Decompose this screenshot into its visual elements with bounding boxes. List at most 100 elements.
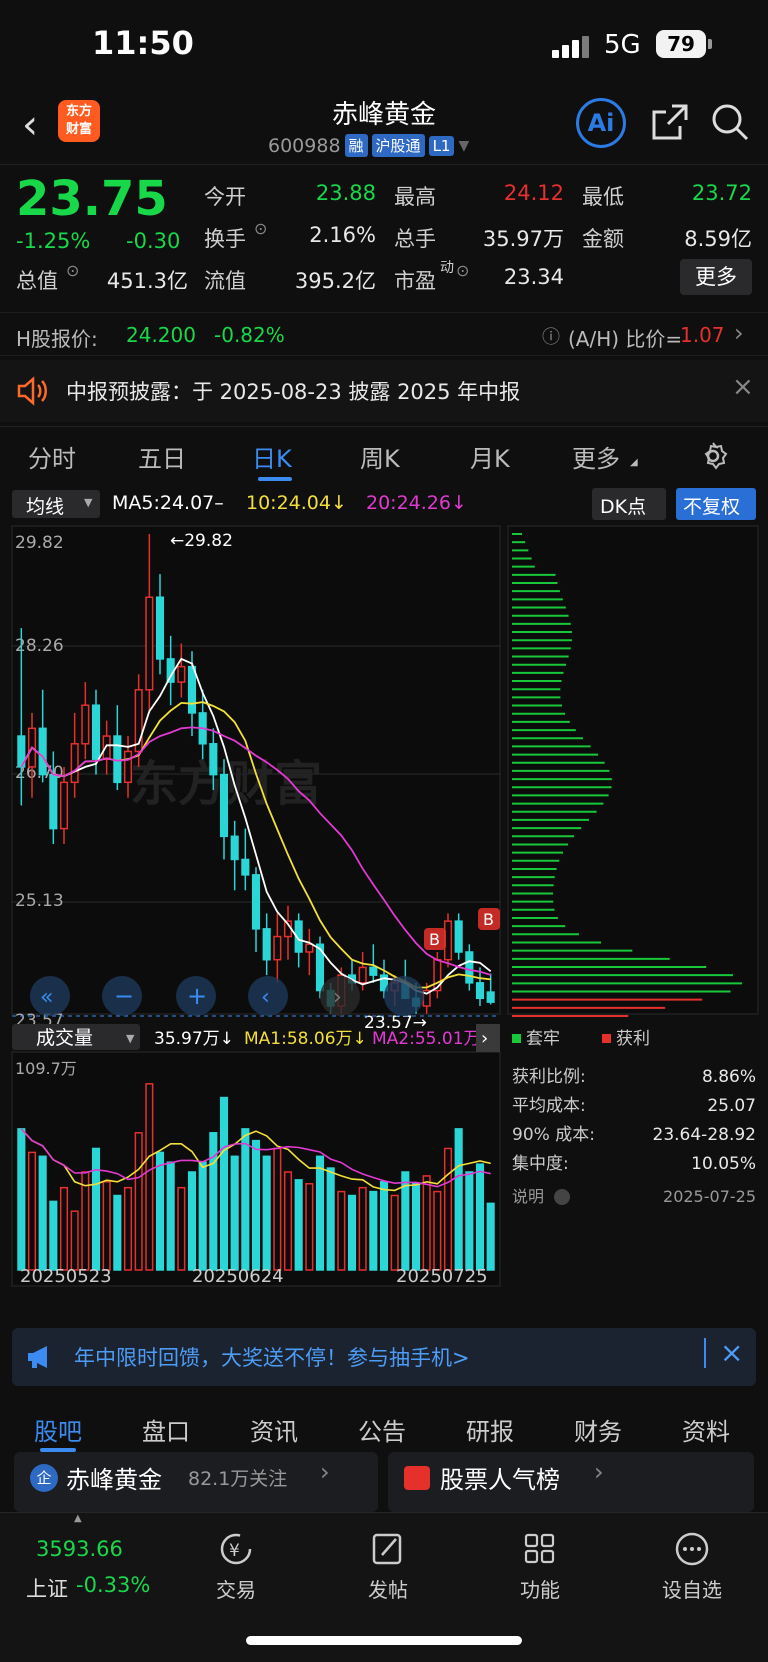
- ai-button[interactable]: Ai: [576, 98, 626, 148]
- chip-stat-label: 90% 成本:: [512, 1125, 595, 1145]
- ma-selector[interactable]: 均线 ▼: [12, 490, 100, 518]
- candle-body: [70, 743, 79, 784]
- candle-body: [358, 966, 367, 984]
- promo-banner[interactable]: 年中限时回馈，大奖送不停！参与抽手机> ×: [12, 1328, 756, 1386]
- volume-bar: [230, 1155, 239, 1271]
- quote-panel: 23.75 -1.25% -0.30 今开 23.88 最高 24.12 最低 …: [0, 164, 768, 308]
- search-icon[interactable]: [710, 102, 750, 142]
- volume-bar: [294, 1179, 303, 1271]
- tag-margin: 融: [344, 134, 368, 157]
- chip-stat-value: 23.64-28.92: [653, 1125, 756, 1145]
- float-value: 395.2亿: [294, 269, 376, 293]
- tab-profile[interactable]: 资料: [682, 1412, 730, 1447]
- volume-bar: [123, 1186, 133, 1271]
- company-card[interactable]: 企 赤峰黄金 82.1万关注 ›: [14, 1452, 378, 1512]
- volume-bar: [475, 1163, 485, 1271]
- chevron-right-icon: ›: [734, 319, 744, 347]
- help-icon[interactable]: ⓘ: [542, 323, 560, 349]
- tab-more[interactable]: 更多: [572, 439, 620, 474]
- legend-swatch-trapped: [512, 1034, 521, 1043]
- svg-text:¥: ¥: [229, 1541, 240, 1561]
- candle-body: [251, 874, 261, 930]
- ah-value: 1.07: [680, 323, 725, 347]
- tab-announce[interactable]: 公告: [358, 1412, 406, 1447]
- change-value: -0.30: [126, 229, 181, 253]
- home-indicator[interactable]: [246, 1636, 522, 1645]
- tab-monthly-k[interactable]: 月K: [470, 439, 510, 474]
- card-row: 企 赤峰黄金 82.1万关注 › 股票人气榜 ›: [0, 1452, 768, 1512]
- info-icon[interactable]: ⊙: [254, 219, 267, 238]
- ah-label: (A/H) 比价=: [568, 327, 683, 351]
- volume-bar: [241, 1128, 250, 1271]
- volume-bar: [411, 1183, 421, 1271]
- chip-note[interactable]: 说明: [512, 1187, 544, 1206]
- index-pct: -0.33%: [76, 1573, 151, 1597]
- volume-bar: [49, 1200, 58, 1271]
- tab-finance[interactable]: 财务: [574, 1412, 622, 1447]
- megaphone-icon: [28, 1346, 47, 1368]
- function-button[interactable]: 功能: [490, 1531, 590, 1603]
- ma10-label: 10:24.04↓: [246, 492, 347, 514]
- dk-button[interactable]: DK点: [592, 488, 666, 520]
- turnover-label: 换手: [204, 227, 246, 251]
- info-icon[interactable]: ⊙: [456, 261, 469, 280]
- candle-body: [59, 781, 69, 830]
- tab-five-day[interactable]: 五日: [138, 439, 186, 474]
- company-card-sub: 82.1万关注: [188, 1468, 288, 1490]
- volume-bar: [347, 1194, 357, 1271]
- grid-icon: [524, 1533, 555, 1564]
- chevron-down-icon[interactable]: ▼: [458, 138, 469, 154]
- yen-cycle-icon: ¥: [220, 1533, 252, 1565]
- tab-news[interactable]: 资讯: [250, 1412, 298, 1447]
- volume-bar: [358, 1186, 367, 1271]
- vol-ma2-label: MA2:55.01万: [372, 1029, 481, 1049]
- info-icon[interactable]: [554, 1189, 570, 1205]
- chevron-right-icon: ›: [481, 1028, 488, 1049]
- share-icon[interactable]: [650, 102, 690, 142]
- vol-ma1-label: MA1:58.06万↓: [244, 1029, 367, 1049]
- tag-level: L1: [428, 135, 455, 156]
- volume-bar: [70, 1210, 79, 1271]
- volume-bar: [337, 1190, 346, 1271]
- candle-body: [81, 704, 90, 745]
- notice-bar[interactable]: 中报预披露：于 2025-08-23 披露 2025 年中报 ×: [0, 360, 768, 422]
- pe-sup: 动: [440, 260, 454, 276]
- tab-intraday[interactable]: 分时: [28, 439, 76, 474]
- end-button[interactable]: [384, 976, 424, 1016]
- index-ticker[interactable]: ▲ 3593.66 上证 -0.33%: [0, 1513, 170, 1633]
- gear-icon[interactable]: [698, 441, 728, 471]
- tab-research[interactable]: 研报: [466, 1412, 514, 1447]
- stock-code-line: 600988 融 沪股通 L1 ▼: [268, 134, 469, 157]
- volume-bar: [166, 1161, 175, 1271]
- buy-marker-label: B: [483, 910, 494, 929]
- add-watchlist-button[interactable]: 设自选: [642, 1531, 742, 1603]
- close-icon[interactable]: ×: [720, 1336, 743, 1369]
- volume-value-label: 35.97万↓: [154, 1029, 234, 1049]
- tab-guba[interactable]: 股吧: [34, 1412, 82, 1447]
- volume-bar: [390, 1194, 399, 1271]
- adjust-button[interactable]: 不复权: [676, 488, 756, 520]
- divider: [704, 1338, 706, 1368]
- info-icon[interactable]: ⊙: [66, 261, 79, 280]
- adjust-label: 不复权: [683, 496, 741, 518]
- popularity-card[interactable]: 股票人气榜 ›: [388, 1452, 754, 1512]
- kline-chart[interactable]: 东方财富 29.82 28.26 26.70 25.13 23.57 ←29.8…: [0, 522, 768, 1316]
- trade-button[interactable]: ¥ 交易: [186, 1531, 286, 1603]
- chip-date: 2025-07-25: [663, 1187, 756, 1206]
- post-button[interactable]: 发帖: [338, 1531, 438, 1603]
- candle-body: [91, 704, 101, 760]
- status-bar: 11:50 5G 79: [0, 0, 768, 90]
- date-label-end: 20250725: [396, 1266, 488, 1287]
- more-button[interactable]: 更多: [680, 259, 752, 295]
- y-tick-4: 25.13: [15, 891, 64, 911]
- close-icon[interactable]: ×: [732, 372, 754, 402]
- low-label: 最低: [582, 185, 624, 209]
- network-label: 5G: [604, 30, 641, 60]
- buy-marker-label: B: [429, 930, 440, 949]
- tab-weekly-k[interactable]: 周K: [360, 439, 400, 474]
- candle-body: [219, 773, 229, 838]
- tab-daily-k[interactable]: 日K: [252, 439, 292, 474]
- tab-pankou[interactable]: 盘口: [142, 1412, 190, 1447]
- h-share-row[interactable]: H股报价: 24.200 -0.82% ⓘ (A/H) 比价= 1.07 ›: [0, 312, 768, 356]
- battery-icon: 79: [656, 30, 712, 58]
